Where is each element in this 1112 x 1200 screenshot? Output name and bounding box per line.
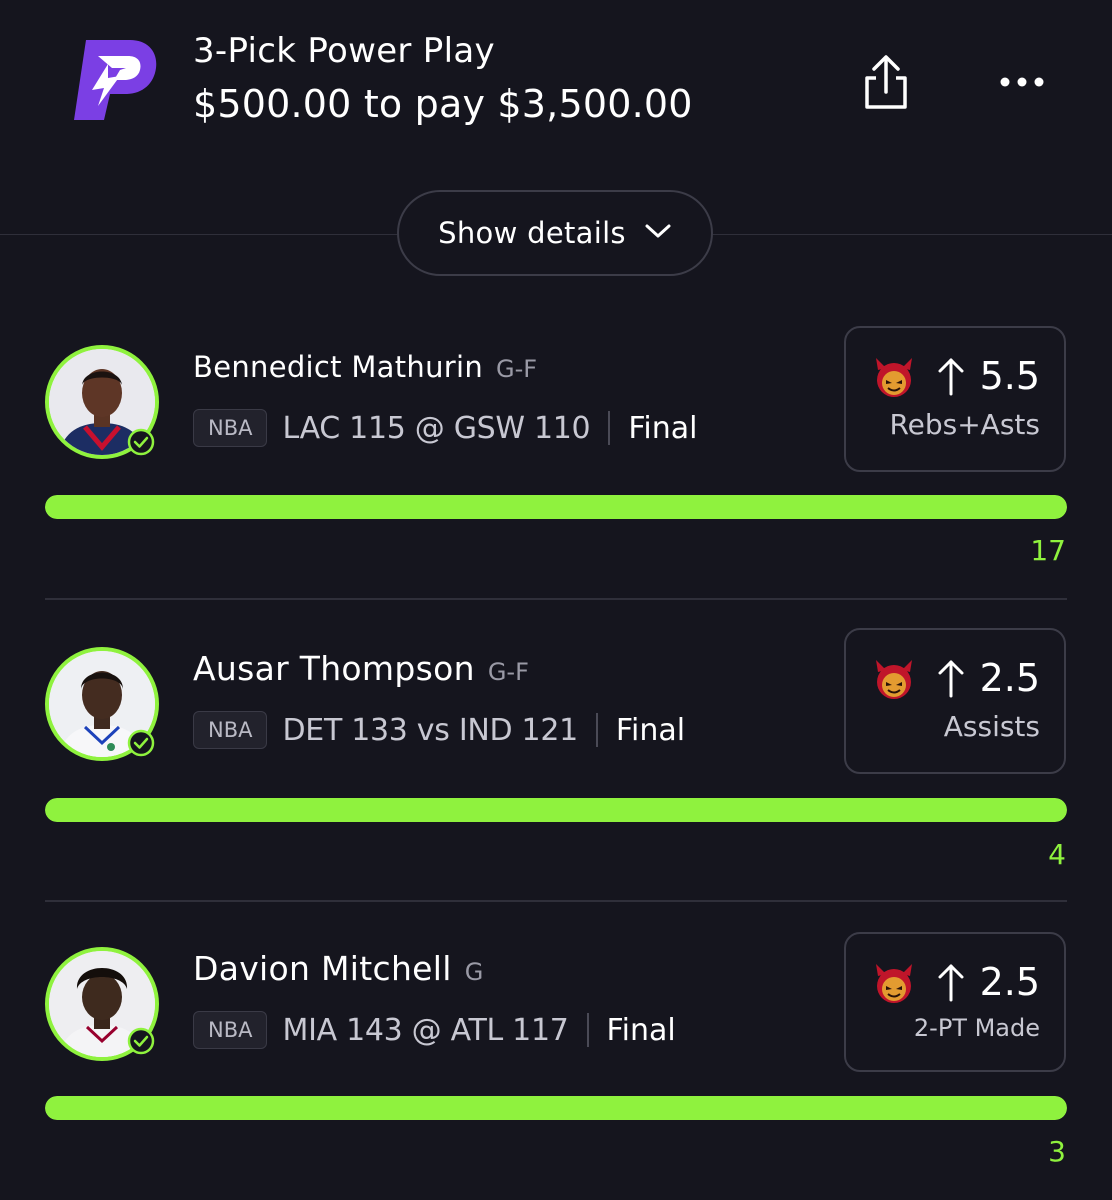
- devil-icon: [870, 352, 918, 400]
- checkmark-icon: [126, 728, 156, 758]
- actual-stat-value: 4: [1048, 838, 1066, 871]
- player-position: G: [464, 958, 484, 986]
- player-position: G-F: [496, 355, 538, 383]
- progress-fill: [45, 798, 1067, 822]
- player-name: Bennedict Mathurin: [193, 350, 484, 384]
- game-status: Final: [606, 1012, 676, 1048]
- player-line: Davion Mitchell G: [193, 949, 483, 988]
- header-text: 3-Pick Power Play $500.00 to pay $3,500.…: [193, 30, 693, 129]
- actual-stat-value: 3: [1048, 1135, 1066, 1168]
- arrow-up-icon: [936, 658, 966, 698]
- pick-card[interactable]: Davion Mitchell G NBA MIA 143 @ ATL 117 …: [0, 900, 1112, 1200]
- progress-bar: [45, 495, 1067, 519]
- stat-type: 2-PT Made: [913, 1014, 1040, 1042]
- game-score: LAC 115 @ GSW 110: [282, 410, 591, 446]
- share-icon[interactable]: [858, 52, 914, 112]
- devil-icon: [870, 958, 918, 1006]
- pick-card[interactable]: Ausar Thompson G-F NBA DET 133 vs IND 12…: [0, 600, 1112, 900]
- stat-line-value: 5.5: [979, 354, 1040, 398]
- league-badge: NBA: [193, 1011, 268, 1049]
- checkmark-icon: [126, 427, 156, 457]
- progress-bar: [45, 798, 1067, 822]
- app-logo: [68, 34, 160, 126]
- game-line: NBA MIA 143 @ ATL 117 Final: [193, 1010, 676, 1050]
- arrow-up-icon: [936, 962, 966, 1002]
- stat-projection-box[interactable]: 5.5 Rebs+Asts: [844, 326, 1066, 472]
- stat-line-value: 2.5: [979, 960, 1040, 1004]
- league-badge: NBA: [193, 409, 268, 447]
- progress-fill: [45, 1096, 1067, 1120]
- checkmark-icon: [126, 1026, 156, 1056]
- game-line: NBA DET 133 vs IND 121 Final: [193, 710, 685, 750]
- arrow-up-icon: [936, 356, 966, 396]
- chevron-down-icon: [644, 222, 672, 244]
- game-separator: [595, 713, 598, 747]
- game-score: DET 133 vs IND 121: [282, 712, 578, 748]
- player-position: G-F: [487, 658, 529, 686]
- show-details-label: Show details: [438, 216, 626, 250]
- game-separator: [586, 1013, 589, 1047]
- stat-projection-box[interactable]: 2.5 2-PT Made: [844, 932, 1066, 1072]
- game-separator: [608, 411, 611, 445]
- player-name: Ausar Thompson: [193, 649, 475, 688]
- game-status: Final: [615, 712, 686, 748]
- stat-line-value: 2.5: [979, 656, 1040, 700]
- devil-icon: [870, 654, 918, 702]
- entry-title: 3-Pick Power Play: [193, 31, 495, 71]
- game-score: MIA 143 @ ATL 117: [282, 1012, 569, 1048]
- pick-card[interactable]: Bennedict Mathurin G-F NBA LAC 115 @ GSW…: [0, 300, 1112, 600]
- show-details-button[interactable]: Show details: [397, 190, 713, 276]
- progress-bar: [45, 1096, 1067, 1120]
- player-name: Davion Mitchell: [193, 949, 452, 988]
- league-badge: NBA: [193, 711, 268, 749]
- actual-stat-value: 17: [1030, 534, 1066, 567]
- stat-type: Assists: [943, 710, 1040, 743]
- player-line: Ausar Thompson G-F: [193, 649, 529, 688]
- game-status: Final: [628, 410, 698, 446]
- entry-payout: $500.00 to pay $3,500.00: [193, 82, 693, 126]
- stat-projection-box[interactable]: 2.5 Assists: [844, 628, 1066, 774]
- stat-type: Rebs+Asts: [889, 408, 1040, 441]
- game-line: NBA LAC 115 @ GSW 110 Final: [193, 408, 698, 448]
- player-line: Bennedict Mathurin G-F: [193, 350, 537, 384]
- progress-fill: [45, 495, 1067, 519]
- more-horizontal-icon[interactable]: [996, 62, 1048, 102]
